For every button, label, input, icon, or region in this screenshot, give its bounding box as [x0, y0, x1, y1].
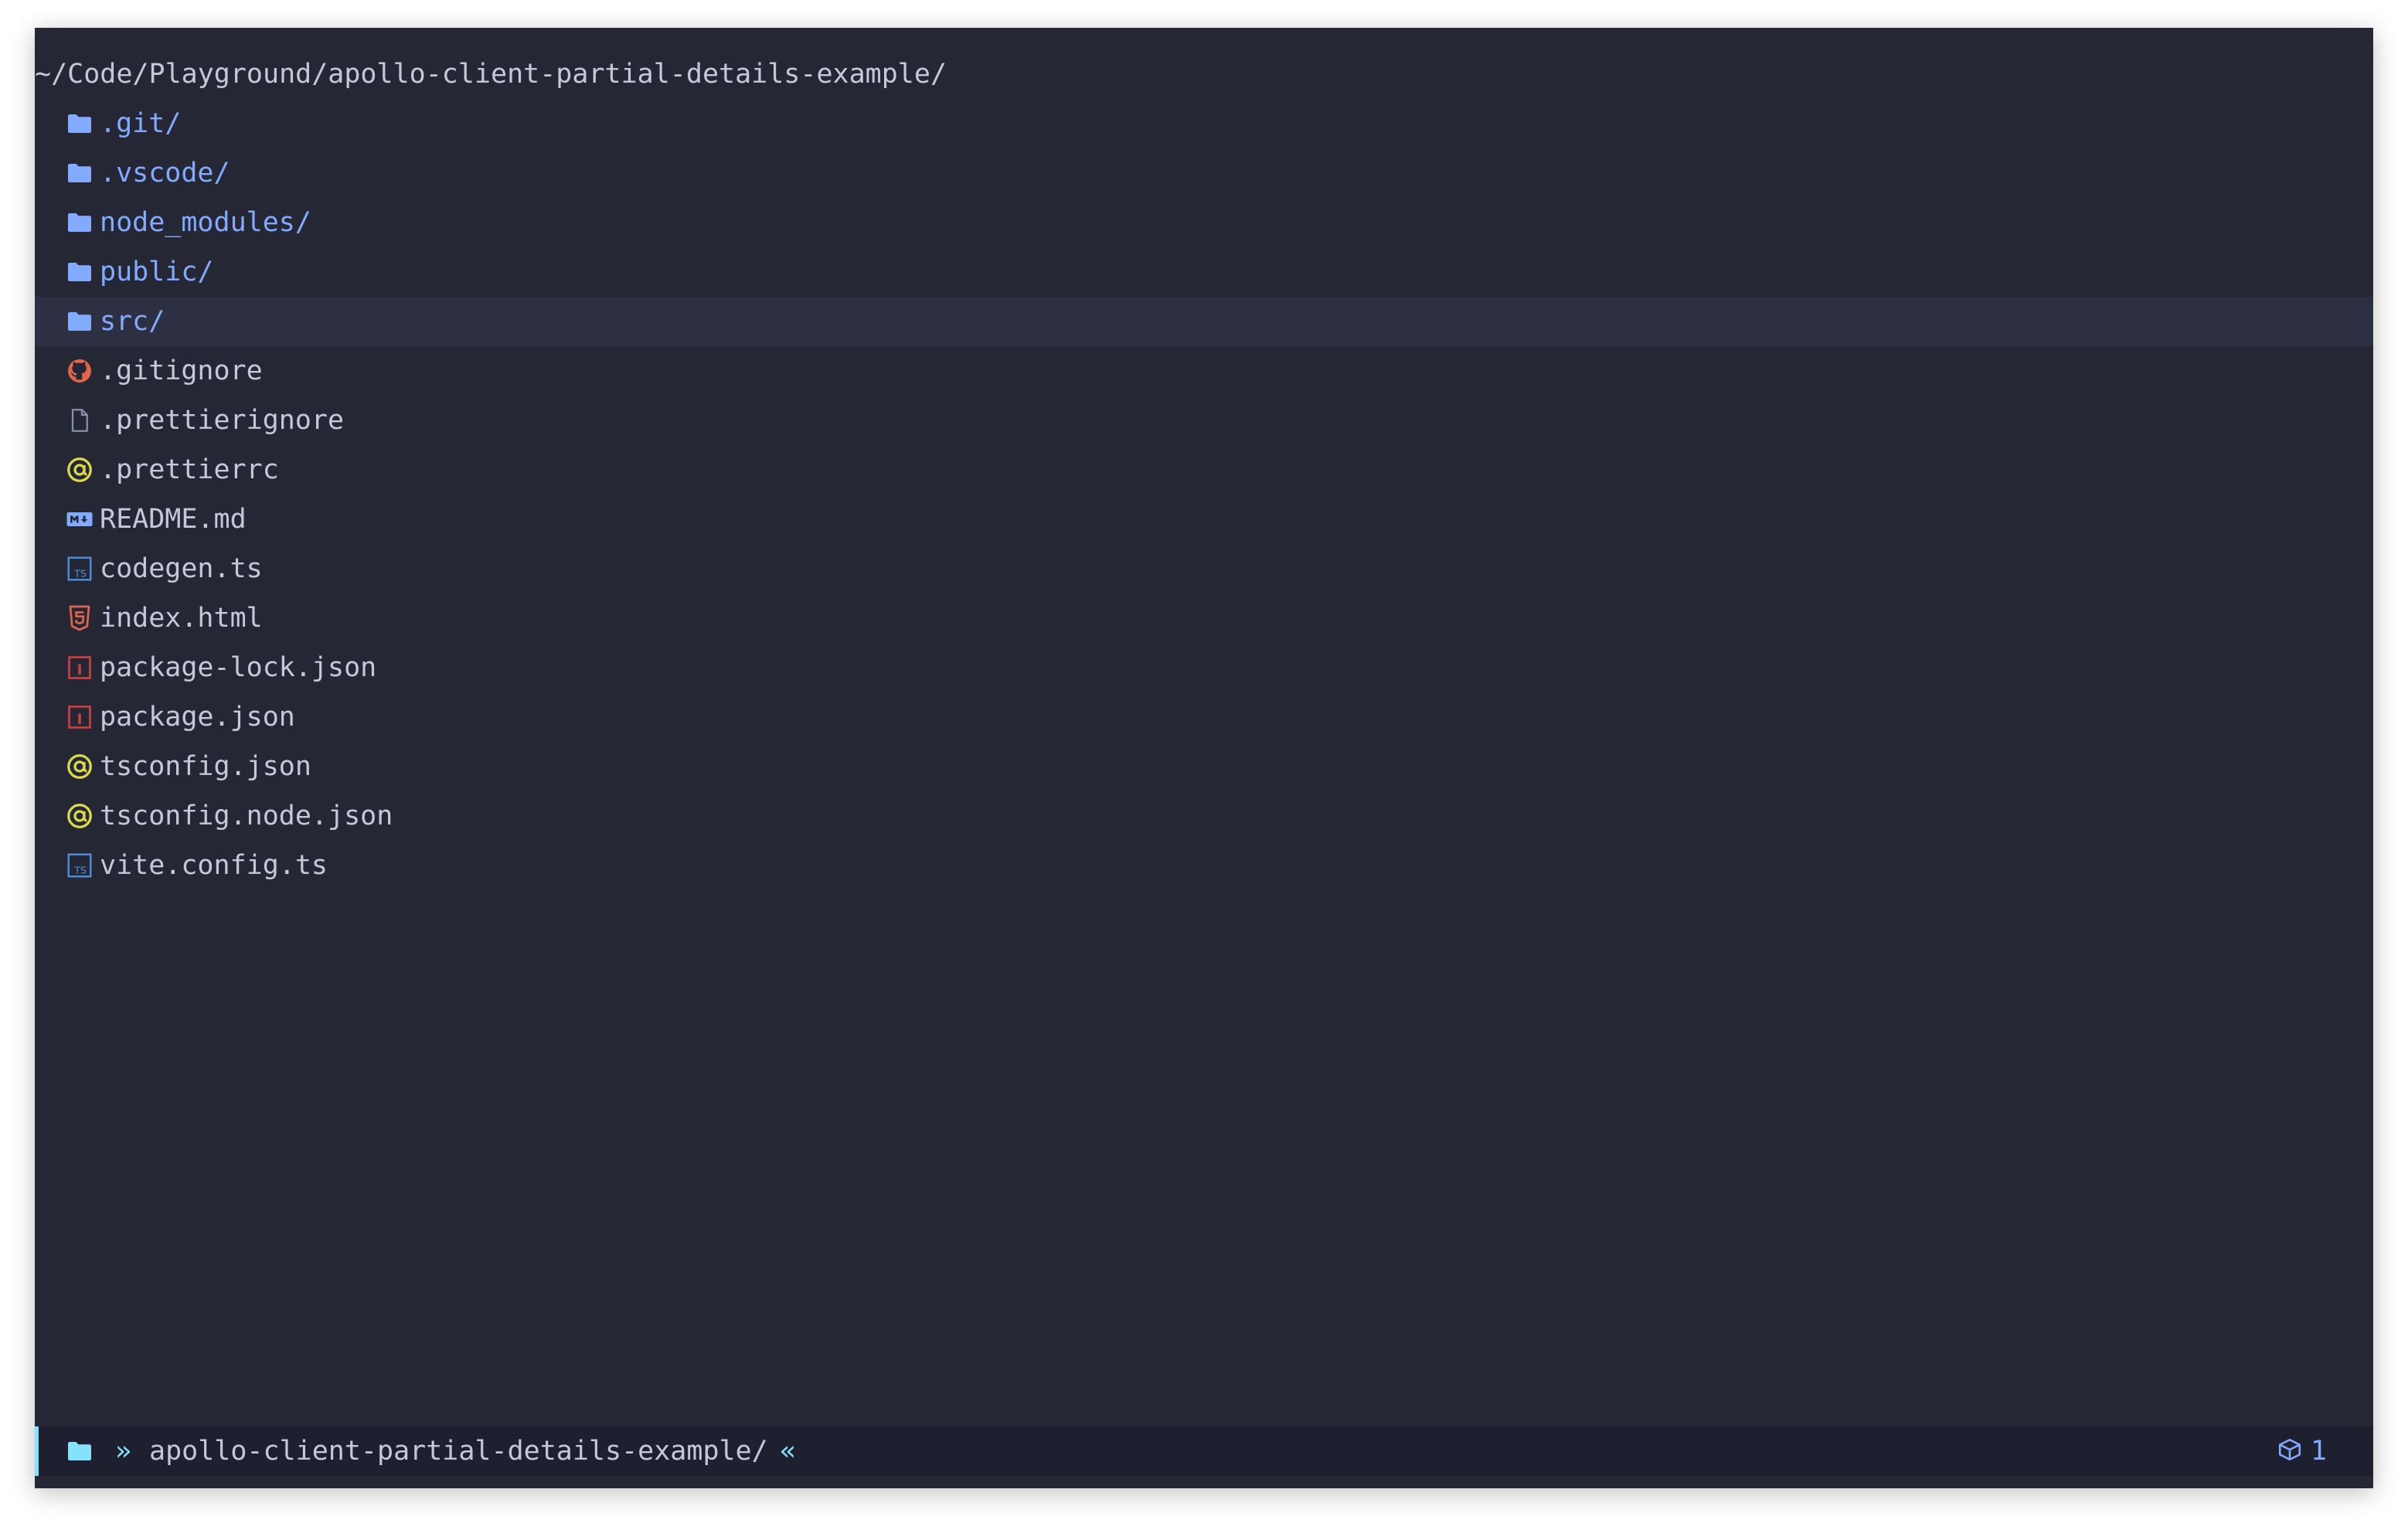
- directory-row[interactable]: src/: [35, 297, 2373, 346]
- folder-icon: [66, 308, 94, 335]
- folder-icon: [66, 159, 94, 187]
- entry-name: tsconfig.node.json: [100, 801, 393, 831]
- status-package-count: 1: [2277, 1426, 2327, 1476]
- file-row[interactable]: .prettierignore: [35, 396, 2373, 445]
- entry-name: .gitignore: [100, 355, 263, 386]
- current-path-header: ~/Code/Playground/apollo-client-partial-…: [35, 59, 947, 90]
- file-list: .git/ .vscode/node_modules/public/src/ .gi…: [35, 99, 2373, 890]
- file-row[interactable]: .gitignore: [35, 346, 2373, 396]
- entry-name: .vscode/: [100, 158, 230, 189]
- file-row[interactable]: tsconfig.json: [35, 742, 2373, 791]
- file-row[interactable]: package-lock.json: [35, 643, 2373, 692]
- directory-row[interactable]: .vscode/: [35, 148, 2373, 198]
- status-cwd: apollo-client-partial-details-example/: [149, 1436, 768, 1467]
- npm-icon: [66, 654, 94, 682]
- html5-icon: [66, 604, 94, 632]
- status-separator-right: «: [780, 1436, 797, 1467]
- entry-name: public/: [100, 257, 214, 287]
- json-icon: [66, 753, 94, 780]
- package-icon: [2277, 1436, 2303, 1463]
- folder-icon: [66, 209, 94, 236]
- entry-name: .git/: [100, 108, 182, 139]
- entry-name: tsconfig.json: [100, 751, 311, 782]
- entry-name: .prettierrc: [100, 454, 279, 485]
- markdown-icon: [66, 505, 94, 533]
- entry-name: package.json: [100, 702, 295, 733]
- directory-row[interactable]: public/: [35, 247, 2373, 297]
- file-row[interactable]: .prettierrc: [35, 445, 2373, 495]
- directory-row[interactable]: .git/: [35, 99, 2373, 148]
- entry-name: index.html: [100, 603, 263, 634]
- typescript-icon: TS: [66, 852, 94, 879]
- json-icon: [66, 456, 94, 484]
- json-icon: [66, 802, 94, 830]
- status-bar: » apollo-client-partial-details-example/…: [35, 1426, 2373, 1476]
- entry-name: src/: [100, 306, 165, 337]
- entry-name: .prettierignore: [100, 405, 345, 436]
- folder-icon: [66, 1437, 94, 1465]
- file-explorer-window: ~/Code/Playground/apollo-client-partial-…: [35, 28, 2373, 1488]
- mode-indicator: [35, 1426, 39, 1476]
- github-icon: [66, 357, 94, 385]
- svg-text:TS: TS: [73, 569, 87, 580]
- directory-row[interactable]: node_modules/: [35, 198, 2373, 247]
- entry-name: node_modules/: [100, 207, 311, 238]
- file-row[interactable]: TS codegen.ts: [35, 544, 2373, 593]
- folder-icon: [66, 258, 94, 286]
- file-row[interactable]: package.json: [35, 692, 2373, 742]
- file-icon: [66, 406, 94, 434]
- entry-name: README.md: [100, 504, 247, 535]
- file-row[interactable]: index.html: [35, 593, 2373, 643]
- typescript-icon: TS: [66, 555, 94, 583]
- file-row[interactable]: TS vite.config.ts: [35, 841, 2373, 890]
- status-separator-left: »: [115, 1436, 132, 1467]
- entry-name: codegen.ts: [100, 553, 263, 584]
- folder-icon: [66, 110, 94, 138]
- file-row[interactable]: README.md: [35, 495, 2373, 544]
- svg-text:TS: TS: [73, 865, 87, 877]
- file-row[interactable]: tsconfig.node.json: [35, 791, 2373, 841]
- entry-name: vite.config.ts: [100, 850, 328, 881]
- entry-name: package-lock.json: [100, 652, 377, 683]
- npm-icon: [66, 703, 94, 731]
- status-count-value: 1: [2310, 1436, 2327, 1467]
